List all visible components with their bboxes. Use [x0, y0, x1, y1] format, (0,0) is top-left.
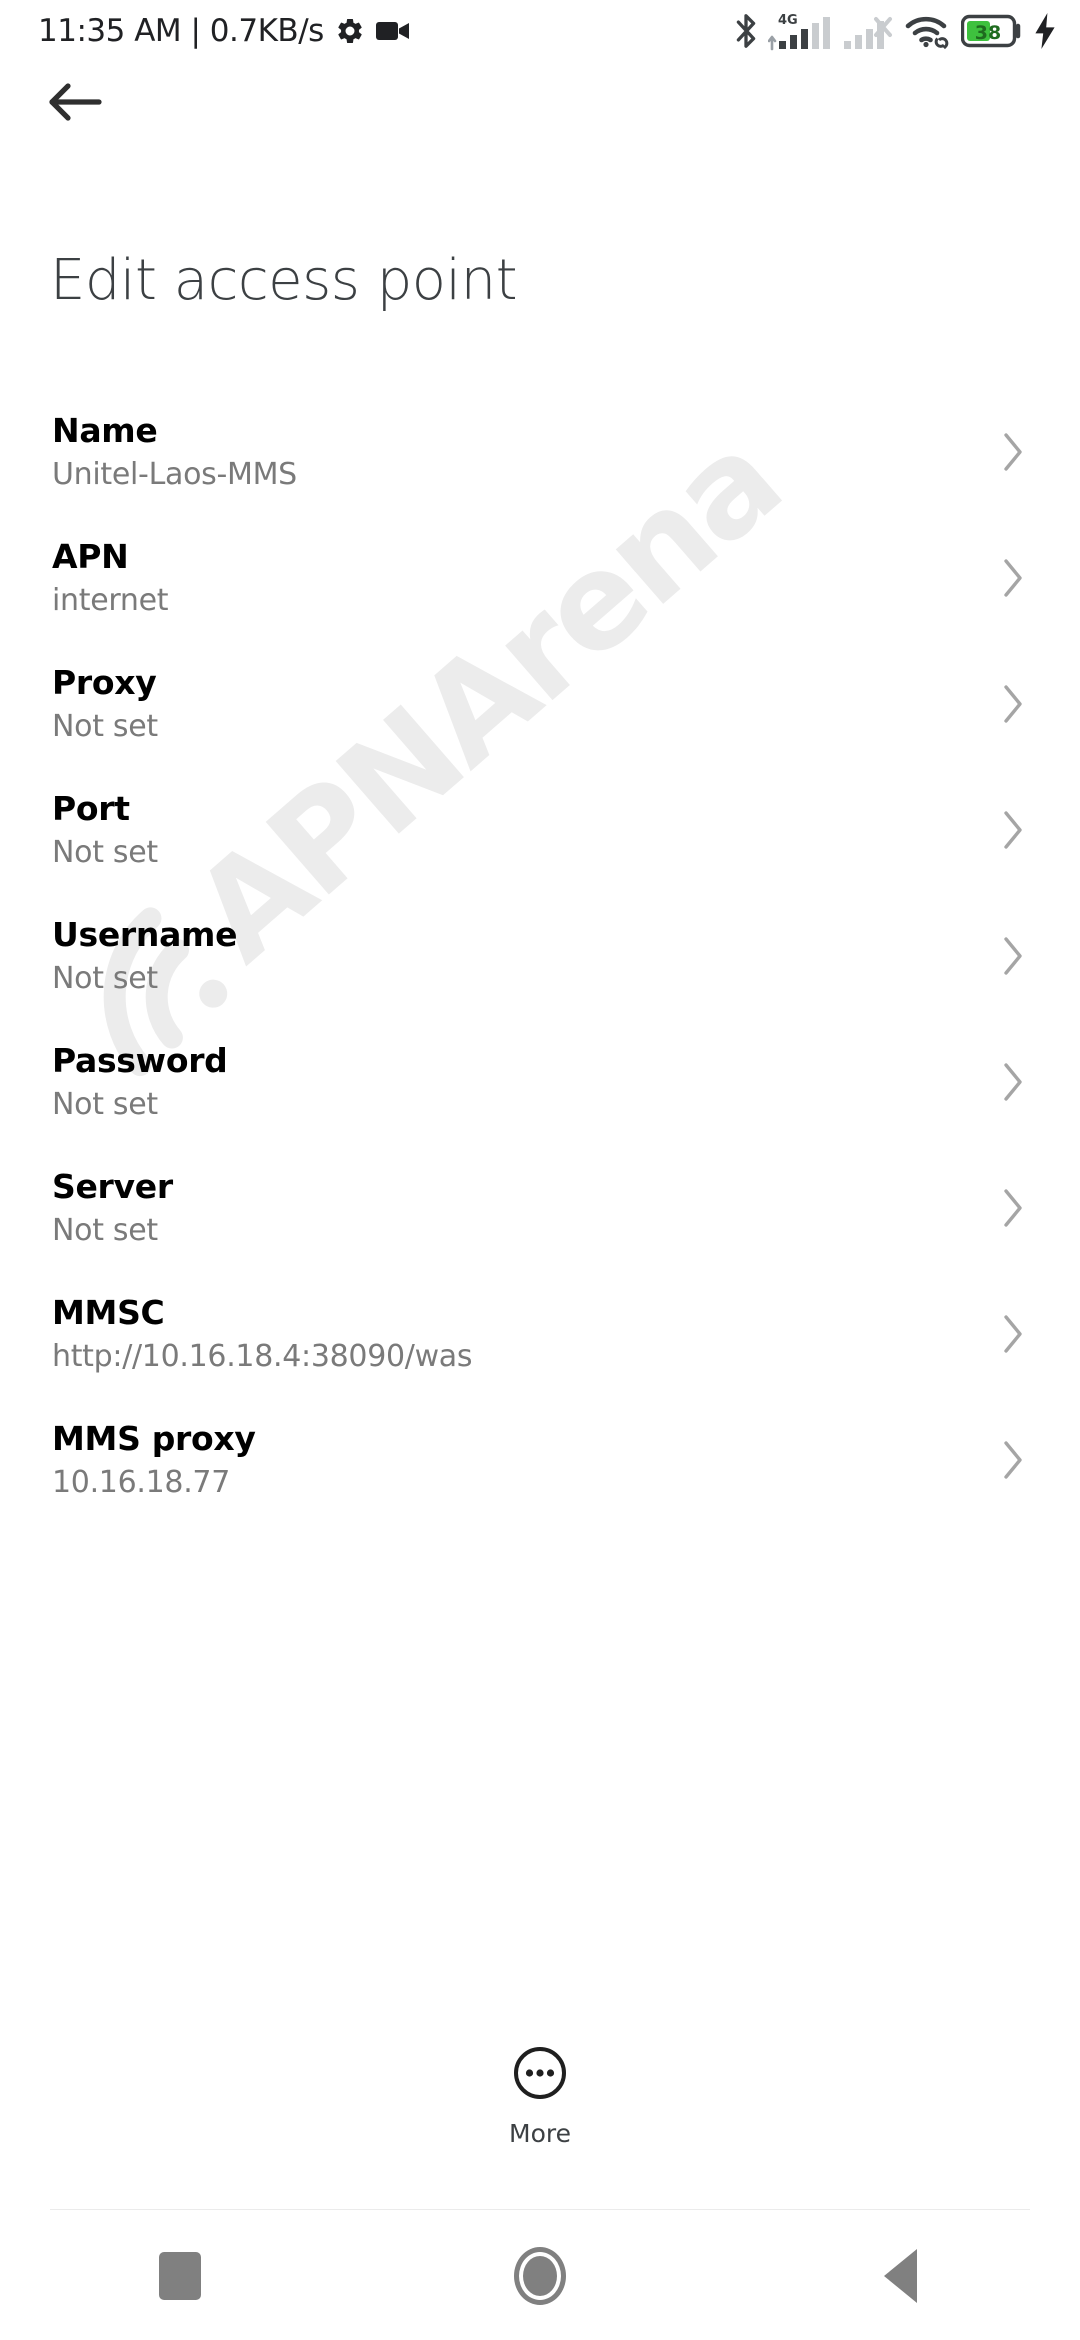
row-texts: Password Not set — [52, 1032, 228, 1125]
status-bar: 11:35 AM | 0.7KB/s 4G 38 — [0, 0, 1080, 62]
row-value: 10.16.18.77 — [52, 1465, 231, 1500]
status-bar-right: 4G 38 — [733, 0, 1058, 62]
wifi-icon — [904, 12, 952, 50]
arrow-left-icon — [46, 80, 106, 129]
list-item[interactable]: Username Not set — [0, 906, 1080, 1032]
status-bar-left: 11:35 AM | 0.7KB/s — [38, 0, 410, 62]
navigation-bar — [0, 2212, 1080, 2340]
phone-screen: APNArena 11:35 AM | 0.7KB/s 4G 38 Edit a… — [0, 0, 1080, 2340]
triangle-left-icon — [883, 2249, 917, 2303]
row-texts: MMS proxy 10.16.18.77 — [52, 1410, 256, 1503]
row-texts: Username Not set — [52, 906, 238, 999]
list-item[interactable]: Port Not set — [0, 780, 1080, 906]
battery-icon: 38 — [961, 14, 1023, 48]
list-item[interactable]: APN internet — [0, 528, 1080, 654]
list-item[interactable]: Password Not set — [0, 1032, 1080, 1158]
status-bar-clock: 11:35 AM | 0.7KB/s — [38, 13, 324, 49]
signal-4g-icon: 4G — [768, 11, 834, 51]
apn-settings-list: Name Unitel-Laos-MMS APN internet Proxy … — [0, 402, 1080, 1536]
nav-back-button[interactable] — [720, 2212, 1080, 2340]
video-camera-icon — [375, 18, 410, 44]
row-value: http://10.16.18.4:38090/was — [52, 1339, 473, 1374]
row-value: Not set — [52, 1087, 158, 1122]
nav-recents-button[interactable] — [0, 2212, 360, 2340]
chevron-right-icon — [1000, 780, 1030, 857]
signal-no-service-icon — [843, 11, 895, 51]
chevron-right-icon — [1000, 402, 1030, 479]
row-title: MMS proxy — [52, 1419, 256, 1458]
chevron-right-icon — [1000, 654, 1030, 731]
row-value: internet — [52, 583, 169, 618]
chevron-right-icon — [1000, 1410, 1030, 1487]
row-texts: MMSC http://10.16.18.4:38090/was — [52, 1284, 473, 1377]
gear-icon — [335, 16, 365, 46]
list-item[interactable]: MMSC http://10.16.18.4:38090/was — [0, 1284, 1080, 1410]
charging-bolt-icon — [1032, 13, 1058, 49]
more-button[interactable]: More — [0, 2045, 1080, 2148]
row-title: MMSC — [52, 1293, 165, 1332]
page-title: Edit access point — [50, 248, 518, 313]
row-value: Not set — [52, 961, 158, 996]
chevron-right-icon — [1000, 528, 1030, 605]
row-texts: APN internet — [52, 528, 169, 621]
chevron-right-icon — [1000, 1032, 1030, 1109]
bluetooth-icon — [733, 12, 759, 50]
row-texts: Port Not set — [52, 780, 158, 873]
row-title: Name — [52, 411, 158, 450]
row-texts: Server Not set — [52, 1158, 173, 1251]
nav-home-button[interactable] — [360, 2212, 720, 2340]
circle-icon — [514, 2247, 566, 2305]
row-value: Not set — [52, 709, 158, 744]
row-title: Server — [52, 1167, 173, 1206]
row-value: Unitel-Laos-MMS — [52, 457, 297, 492]
more-button-label: More — [509, 2119, 571, 2148]
row-title: Password — [52, 1041, 228, 1080]
square-icon — [159, 2252, 201, 2300]
list-item[interactable]: Server Not set — [0, 1158, 1080, 1284]
row-title: Proxy — [52, 663, 157, 702]
svg-text:4G: 4G — [778, 13, 798, 28]
row-texts: Proxy Not set — [52, 654, 158, 747]
back-button[interactable] — [38, 72, 114, 136]
chevron-right-icon — [1000, 1158, 1030, 1235]
list-item[interactable]: MMS proxy 10.16.18.77 — [0, 1410, 1080, 1536]
nav-bar-divider — [50, 2209, 1030, 2210]
row-title: Username — [52, 915, 238, 954]
list-item[interactable]: Proxy Not set — [0, 654, 1080, 780]
overflow-dots-circle-icon — [512, 2045, 568, 2106]
row-title: Port — [52, 789, 130, 828]
svg-text:38: 38 — [975, 22, 1001, 44]
chevron-right-icon — [1000, 1284, 1030, 1361]
row-value: Not set — [52, 1213, 158, 1248]
row-title: APN — [52, 537, 129, 576]
list-item[interactable]: Name Unitel-Laos-MMS — [0, 402, 1080, 528]
chevron-right-icon — [1000, 906, 1030, 983]
row-value: Not set — [52, 835, 158, 870]
row-texts: Name Unitel-Laos-MMS — [52, 402, 297, 495]
